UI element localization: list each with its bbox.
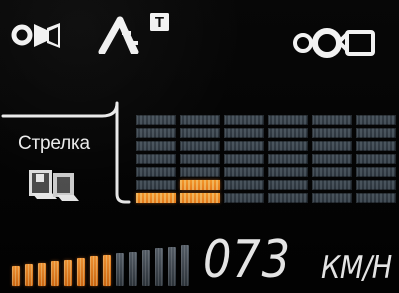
signal-segment: [224, 167, 264, 177]
speed-meter-bar: [77, 258, 85, 286]
signal-segment: [356, 167, 396, 177]
speed-meter-bar: [51, 261, 59, 286]
speed-meter-bar: [155, 248, 163, 286]
speed-meter-bar: [64, 259, 72, 286]
speed-meter-bar: [142, 250, 150, 286]
camera-icon: [10, 17, 68, 55]
road-lane-icon: T: [96, 9, 180, 58]
speed-meter-bar: [25, 264, 33, 286]
signal-segment: [180, 115, 220, 125]
speed-unit: КМ/Н: [321, 250, 392, 286]
signal-segment: [268, 154, 308, 164]
signal-segment: [180, 193, 220, 203]
signal-segment: [356, 115, 396, 125]
signal-segment: [136, 141, 176, 151]
signal-column-3: [224, 115, 264, 210]
mode-panel: Стрелка: [0, 98, 132, 210]
speed-meter-bar: [168, 246, 176, 286]
signal-segment: [180, 141, 220, 151]
signal-segment: [136, 180, 176, 190]
speed-value: 073: [203, 230, 291, 290]
signal-segment: [180, 154, 220, 164]
signal-segment: [180, 167, 220, 177]
signal-segment: [224, 115, 264, 125]
signal-segment: [312, 141, 352, 151]
speed-meter: [0, 242, 210, 286]
signal-segment: [136, 167, 176, 177]
signal-segment: [224, 141, 264, 151]
signal-segment: [312, 167, 352, 177]
signal-segment: [180, 128, 220, 138]
speed-display: 073 КМ/Н: [203, 230, 393, 290]
speed-meter-bar: [116, 253, 124, 286]
speed-meter-bar: [90, 256, 98, 286]
speed-meter-bar: [38, 262, 46, 286]
signal-segment: [268, 193, 308, 203]
signal-segment: [356, 128, 396, 138]
rear-camera-icon: [290, 24, 382, 66]
signal-segment: [268, 167, 308, 177]
signal-segment: [268, 128, 308, 138]
signal-segment: [312, 115, 352, 125]
signal-bar-grid: [136, 115, 396, 210]
signal-segment: [136, 193, 176, 203]
signal-segment: [312, 128, 352, 138]
signal-segment: [268, 141, 308, 151]
speed-meter-bar: [129, 251, 137, 286]
road-badge-text: T: [155, 14, 164, 31]
signal-segment: [356, 154, 396, 164]
mode-label: Стрелка: [18, 133, 90, 154]
signal-column-2: [180, 115, 220, 210]
signal-segment: [136, 115, 176, 125]
speed-camera-mode-icon: [26, 166, 80, 208]
signal-segment: [356, 141, 396, 151]
signal-segment: [224, 193, 264, 203]
signal-segment: [224, 180, 264, 190]
signal-column-1: [136, 115, 176, 210]
speed-meter-bar: [12, 266, 20, 286]
signal-column-4: [268, 115, 308, 210]
signal-segment: [224, 154, 264, 164]
signal-segment: [356, 193, 396, 203]
speed-meter-bar: [103, 254, 111, 286]
speed-meter-bar: [181, 245, 189, 286]
signal-column-5: [312, 115, 352, 210]
radar-detector-screen: T Стрелка 073 КМ/Н: [0, 0, 399, 293]
signal-segment: [312, 154, 352, 164]
signal-segment: [312, 180, 352, 190]
signal-segment: [136, 154, 176, 164]
signal-segment: [180, 180, 220, 190]
signal-segment: [136, 128, 176, 138]
signal-segment: [356, 180, 396, 190]
signal-segment: [268, 115, 308, 125]
signal-column-6: [356, 115, 396, 210]
signal-segment: [268, 180, 308, 190]
signal-segment: [312, 193, 352, 203]
signal-level-panel: [136, 115, 396, 210]
signal-segment: [224, 128, 264, 138]
